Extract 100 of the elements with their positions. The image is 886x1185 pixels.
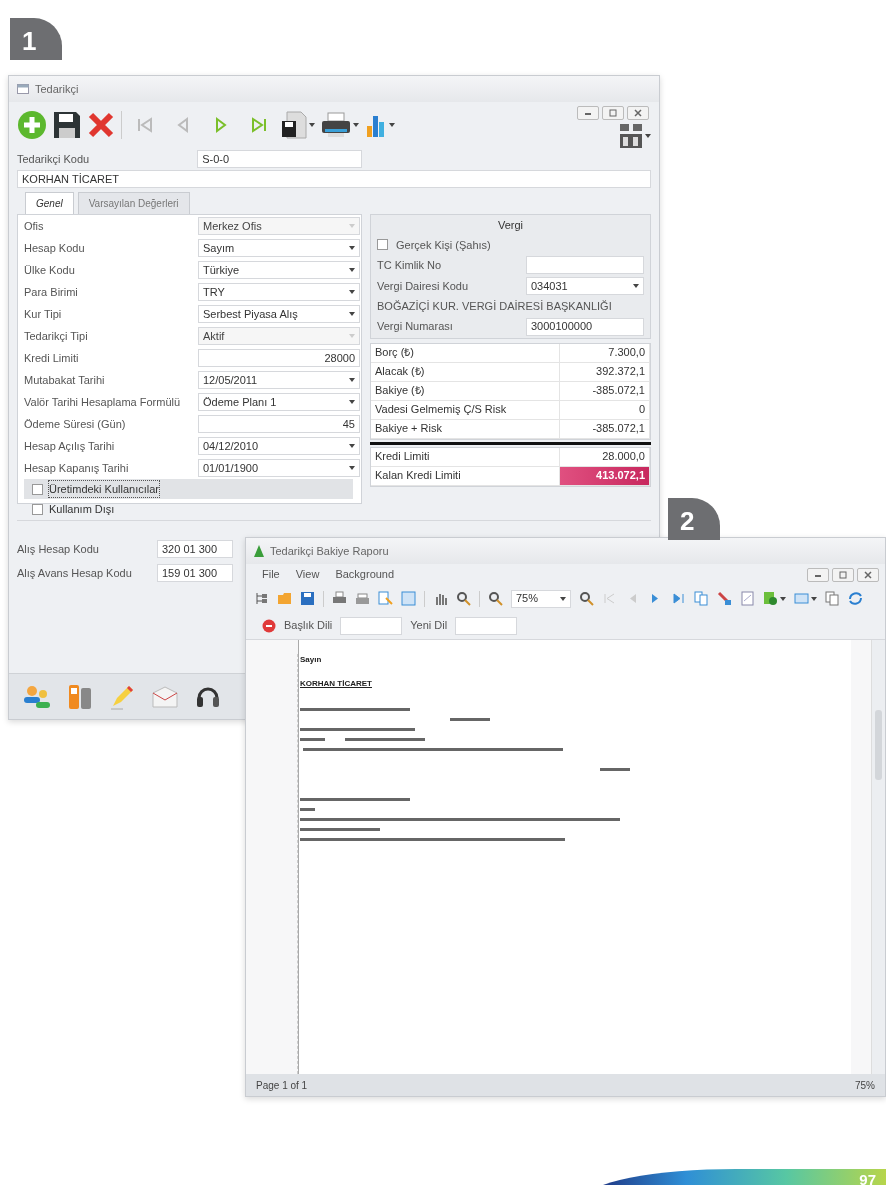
caret-icon[interactable]: [309, 123, 315, 127]
phones-icon[interactable]: [67, 682, 93, 711]
envelope-icon[interactable]: [151, 684, 179, 709]
panel-title: Vergi: [496, 218, 525, 233]
field-label: Hesap Kapanış Tarihi: [24, 460, 130, 476]
dropdown-field[interactable]: Serbest Piyasa Alış: [198, 305, 360, 323]
name-field[interactable]: KORHAN TİCARET: [17, 170, 651, 188]
export-icon[interactable]: [281, 111, 307, 139]
tax-office-name: BOĞAZİÇİ KUR. VERGİ DAİRESİ BAŞKANLIĞI: [377, 299, 613, 314]
field-label: Tedarikçi Kodu: [17, 151, 90, 167]
text-field[interactable]: 159 01 300: [157, 564, 233, 582]
printer-icon[interactable]: [321, 112, 351, 138]
delete-icon[interactable]: [87, 111, 115, 139]
stop-icon[interactable]: [262, 618, 276, 633]
menu-item[interactable]: File: [254, 564, 288, 585]
page-setup-icon[interactable]: [378, 591, 393, 606]
multiple-pages-icon[interactable]: [694, 591, 709, 606]
field-label: Hesap Kodu: [24, 240, 86, 256]
dropdown-field[interactable]: 04/12/2010: [198, 437, 360, 455]
text-field[interactable]: [340, 616, 403, 635]
field-label: Alış Avans Hesap Kodu: [17, 565, 133, 581]
grid-label: Kredi Limiti: [371, 447, 560, 467]
checkbox-label: Kullanım Dışı: [49, 501, 115, 517]
next-icon[interactable]: [213, 117, 229, 133]
parameter-label: Başlık Dili: [284, 618, 333, 634]
menu-item[interactable]: View: [287, 564, 328, 585]
folder-icon[interactable]: [277, 591, 292, 606]
watermark-icon[interactable]: [740, 591, 755, 606]
maximize-icon[interactable]: [838, 571, 848, 579]
add-icon[interactable]: [17, 110, 47, 140]
caret-icon[interactable]: [811, 596, 817, 601]
text-field[interactable]: 3000100000: [526, 317, 644, 336]
field-label: Alış Hesap Kodu: [17, 541, 100, 557]
document-text: KORHAN TİCARET: [300, 677, 373, 690]
last-icon[interactable]: [251, 117, 267, 133]
last-page-icon[interactable]: [671, 591, 686, 606]
status-text: Page 1 of 1: [256, 1078, 308, 1093]
dropdown-field[interactable]: 01/01/1900: [198, 459, 360, 477]
zoom-out-icon[interactable]: [488, 591, 503, 606]
dropdown-field[interactable]: 12/05/2011: [198, 371, 360, 389]
caret-icon[interactable]: [645, 134, 651, 138]
text-field[interactable]: 034031: [526, 277, 644, 295]
grid-layout-icon[interactable]: [619, 123, 643, 149]
text-field[interactable]: [526, 256, 644, 274]
scrollbar-thumb[interactable]: [875, 709, 882, 780]
paint-icon[interactable]: [717, 591, 732, 606]
window-icon: [17, 84, 29, 94]
checkbox[interactable]: [32, 483, 43, 495]
field-label: Tedarikçi Tipi: [24, 328, 89, 344]
menu-item[interactable]: Background: [327, 564, 403, 585]
dropdown-field[interactable]: Ödeme Planı 1: [198, 393, 360, 411]
document-map-icon[interactable]: [254, 591, 269, 606]
refresh-icon[interactable]: [848, 591, 863, 606]
number-field[interactable]: 28000: [198, 349, 360, 367]
checkbox[interactable]: [32, 503, 43, 515]
app-icon: [254, 545, 264, 557]
checkbox-label: Üretimdeki Kullanıcılar: [49, 480, 160, 498]
field-label: Ülke Kodu: [24, 262, 76, 278]
print-icon[interactable]: [332, 591, 347, 606]
caret-icon[interactable]: [780, 596, 786, 601]
tab[interactable]: Varsayılan Değerleri: [77, 192, 190, 214]
dropdown-field[interactable]: Türkiye: [198, 261, 360, 279]
field-label: TC Kimlik No: [377, 257, 442, 273]
magnifier-icon[interactable]: [456, 591, 471, 606]
close-icon[interactable]: [633, 109, 643, 117]
field-label: Ödeme Süresi (Gün): [24, 416, 127, 432]
field-label: Vergi Numarası: [377, 319, 453, 335]
window-title: Tedarikçi Bakiye Raporu: [270, 543, 389, 559]
copy-icon[interactable]: [825, 591, 840, 606]
code-field[interactable]: S-0-0: [197, 150, 363, 168]
scrollbar[interactable]: [871, 639, 885, 1074]
close-icon[interactable]: [863, 571, 873, 579]
quick-print-icon[interactable]: [355, 591, 370, 606]
pencil-icon[interactable]: [109, 683, 135, 710]
checkbox[interactable]: [377, 239, 388, 251]
save-icon[interactable]: [53, 111, 81, 139]
dropdown-field[interactable]: Merkez Ofis: [198, 217, 360, 235]
field-label: Vergi Dairesi Kodu: [377, 278, 469, 294]
zoom-in-icon[interactable]: [579, 591, 594, 606]
caret-icon[interactable]: [353, 123, 359, 127]
number-badge: 2: [668, 498, 721, 540]
maximize-icon[interactable]: [608, 109, 618, 117]
people-icon[interactable]: [23, 683, 51, 710]
dropdown-field[interactable]: Sayım: [198, 239, 360, 257]
window-title: Tedarikçi: [35, 81, 79, 97]
grid-value: 7.300,0: [560, 343, 650, 363]
caret-icon[interactable]: [389, 123, 395, 127]
text-field[interactable]: 320 01 300: [157, 540, 233, 558]
text-field[interactable]: [455, 616, 518, 635]
parameter-label: Yeni Dil: [410, 618, 448, 634]
field-label: Valör Tarihi Hesaplama Formülü: [24, 394, 182, 410]
first-icon[interactable]: [137, 117, 153, 133]
grid-label: Borç (₺): [371, 343, 560, 363]
previous-icon[interactable]: [175, 117, 191, 133]
dropdown-field[interactable]: TRY: [198, 283, 360, 301]
tab[interactable]: Genel: [25, 192, 74, 214]
dropdown-field[interactable]: Aktif: [198, 327, 360, 345]
zoom-dropdown[interactable]: 75%: [511, 589, 571, 608]
document-text: Sayın: [300, 653, 323, 666]
number-field[interactable]: 45: [198, 415, 360, 433]
